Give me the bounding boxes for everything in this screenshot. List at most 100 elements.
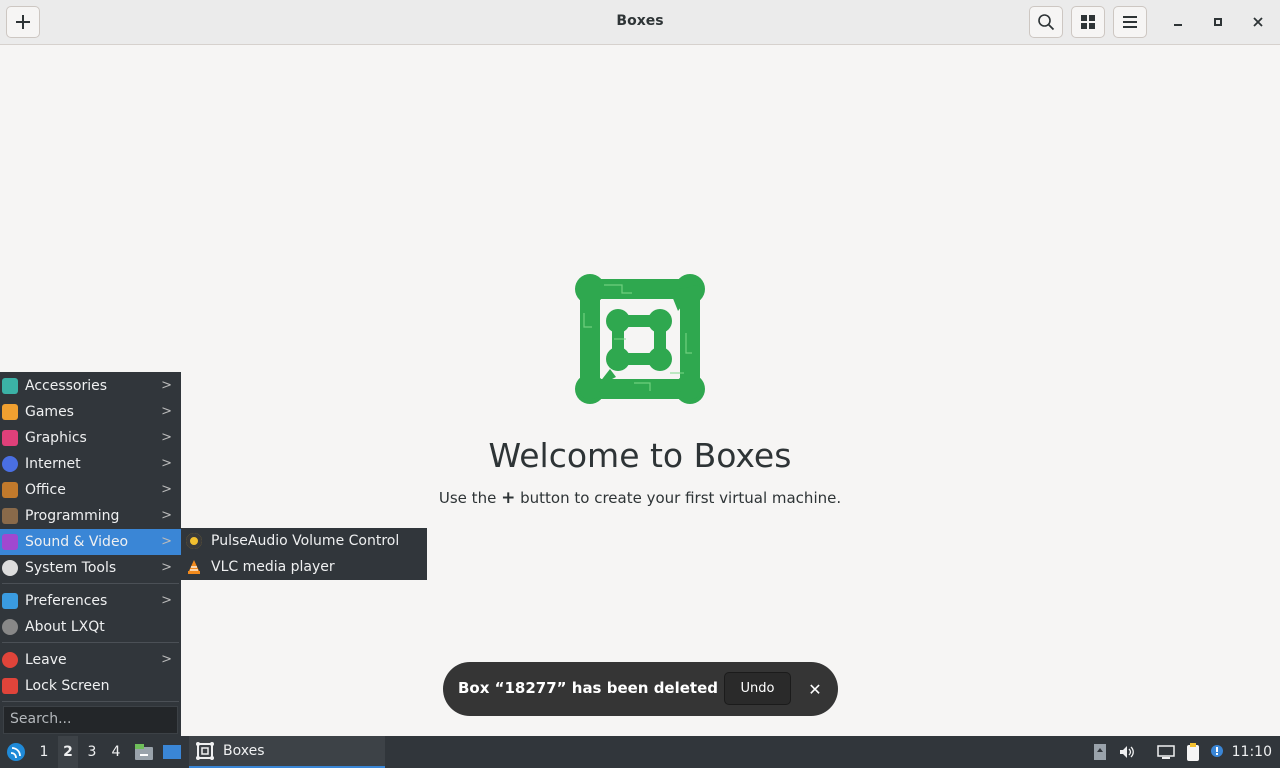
- volume-icon: [1120, 746, 1134, 758]
- toast-message: Box “18277” has been deleted: [458, 679, 719, 697]
- menu-item-lock-screen[interactable]: Lock Screen: [0, 673, 181, 699]
- boxes-app-icon: [196, 742, 214, 760]
- power-icon: [2, 652, 18, 668]
- chevron-right-icon: >: [161, 404, 172, 419]
- desktop-4-button[interactable]: 4: [106, 736, 126, 768]
- menu-item-accessories[interactable]: Accessories >: [0, 373, 181, 399]
- submenu-item-label: PulseAudio Volume Control: [211, 533, 400, 549]
- menu-item-label: Graphics: [25, 430, 87, 446]
- search-button[interactable]: [1029, 6, 1063, 38]
- menu-item-label: Sound & Video: [25, 534, 129, 550]
- menu-item-programming[interactable]: Programming >: [0, 503, 181, 529]
- deleted-toast: Box “18277” has been deleted Undo ✕: [443, 662, 838, 716]
- notification-icon: [1211, 745, 1223, 757]
- minimize-icon: [1174, 24, 1182, 26]
- programming-icon: [2, 508, 18, 524]
- maximize-button[interactable]: [1206, 10, 1230, 34]
- clipboard-icon: [1187, 743, 1199, 761]
- menu-item-office[interactable]: Office >: [0, 477, 181, 503]
- desktop-2-button[interactable]: 2: [58, 736, 78, 768]
- maximize-icon: [1214, 18, 1222, 26]
- menu-separator: [2, 701, 179, 702]
- chevron-right-icon: >: [161, 560, 172, 575]
- menu-item-about-lxqt[interactable]: About LXQt: [0, 614, 181, 640]
- menu-item-label: Leave: [25, 652, 67, 668]
- office-icon: [2, 482, 18, 498]
- plus-icon: [16, 15, 30, 29]
- folder-icon: [135, 744, 153, 760]
- menu-item-label: Games: [25, 404, 74, 420]
- taskbar-task-boxes[interactable]: Boxes: [189, 736, 385, 768]
- menu-item-system-tools[interactable]: System Tools >: [0, 555, 181, 581]
- menu-item-games[interactable]: Games >: [0, 399, 181, 425]
- minimize-button[interactable]: [1166, 10, 1190, 34]
- network-button[interactable]: [1155, 736, 1177, 768]
- submenu-item-pulseaudio[interactable]: PulseAudio Volume Control: [181, 528, 427, 554]
- chevron-right-icon: >: [161, 378, 172, 393]
- desktop-icon: [163, 745, 181, 759]
- undo-button[interactable]: Undo: [724, 672, 791, 705]
- hint-suffix: button to create your first virtual mach…: [520, 489, 842, 507]
- games-icon: [2, 404, 18, 420]
- chevron-right-icon: >: [161, 456, 172, 471]
- boxes-logo-icon: [575, 274, 705, 404]
- menu-item-internet[interactable]: Internet >: [0, 451, 181, 477]
- task-label: Boxes: [223, 743, 265, 759]
- clipboard-button[interactable]: [1182, 736, 1204, 768]
- notifications-button[interactable]: [1207, 736, 1227, 768]
- view-grid-button[interactable]: [1071, 6, 1105, 38]
- menu-item-label: Internet: [25, 456, 81, 472]
- menu-item-graphics[interactable]: Graphics >: [0, 425, 181, 451]
- show-desktop-button[interactable]: [161, 736, 183, 768]
- internet-icon: [2, 456, 18, 472]
- hamburger-icon: [1123, 16, 1137, 28]
- close-icon: [1253, 17, 1263, 27]
- menu-item-label: Programming: [25, 508, 120, 524]
- menu-item-label: Lock Screen: [25, 678, 110, 694]
- tray-arrow-icon: [1094, 744, 1106, 760]
- volume-button[interactable]: [1117, 736, 1137, 768]
- search-icon: [1038, 14, 1055, 31]
- menu-item-label: Accessories: [25, 378, 108, 394]
- submenu-item-label: VLC media player: [211, 559, 335, 575]
- grid-icon: [1081, 15, 1095, 29]
- chevron-right-icon: >: [161, 534, 172, 549]
- new-box-button[interactable]: [6, 6, 40, 38]
- chevron-right-icon: >: [161, 593, 172, 608]
- desktop-1-button[interactable]: 1: [34, 736, 54, 768]
- sound-video-icon: [2, 534, 18, 550]
- menu-item-label: About LXQt: [25, 619, 105, 635]
- menu-search-input[interactable]: Search...: [3, 706, 178, 734]
- accessories-icon: [2, 378, 18, 394]
- info-icon: [2, 619, 18, 635]
- chevron-right-icon: >: [161, 652, 172, 667]
- network-icon: [1157, 745, 1175, 759]
- chevron-right-icon: >: [161, 430, 172, 445]
- sound-video-submenu: PulseAudio Volume Control VLC media play…: [181, 528, 427, 580]
- tray-expand-button[interactable]: [1090, 736, 1110, 768]
- welcome-heading: Welcome to Boxes: [488, 436, 792, 475]
- menu-item-leave[interactable]: Leave >: [0, 647, 181, 673]
- desktop-3-button[interactable]: 3: [82, 736, 102, 768]
- toast-close-icon[interactable]: ✕: [804, 678, 826, 700]
- pulseaudio-icon: [186, 533, 202, 549]
- hint-prefix: Use the: [438, 489, 497, 507]
- menu-item-label: Office: [25, 482, 66, 498]
- submenu-item-vlc[interactable]: VLC media player: [181, 554, 427, 580]
- main-menu-button[interactable]: [1113, 6, 1147, 38]
- menu-item-sound-video[interactable]: Sound & Video >: [0, 529, 181, 555]
- lock-icon: [2, 678, 18, 694]
- chevron-right-icon: >: [161, 508, 172, 523]
- taskbar: 1 2 3 4 Boxes 11:10: [0, 736, 1280, 768]
- file-manager-launcher[interactable]: [133, 736, 155, 768]
- welcome-hint: Use the + button to create your first vi…: [0, 488, 1280, 508]
- header-bar: Boxes: [0, 0, 1280, 45]
- clock[interactable]: 11:10: [1232, 736, 1272, 768]
- lxqt-logo-icon: [7, 743, 25, 761]
- start-menu-button[interactable]: [4, 736, 28, 768]
- menu-separator: [2, 583, 179, 584]
- preferences-icon: [2, 593, 18, 609]
- menu-separator: [2, 642, 179, 643]
- close-button[interactable]: [1246, 10, 1270, 34]
- menu-item-preferences[interactable]: Preferences >: [0, 588, 181, 614]
